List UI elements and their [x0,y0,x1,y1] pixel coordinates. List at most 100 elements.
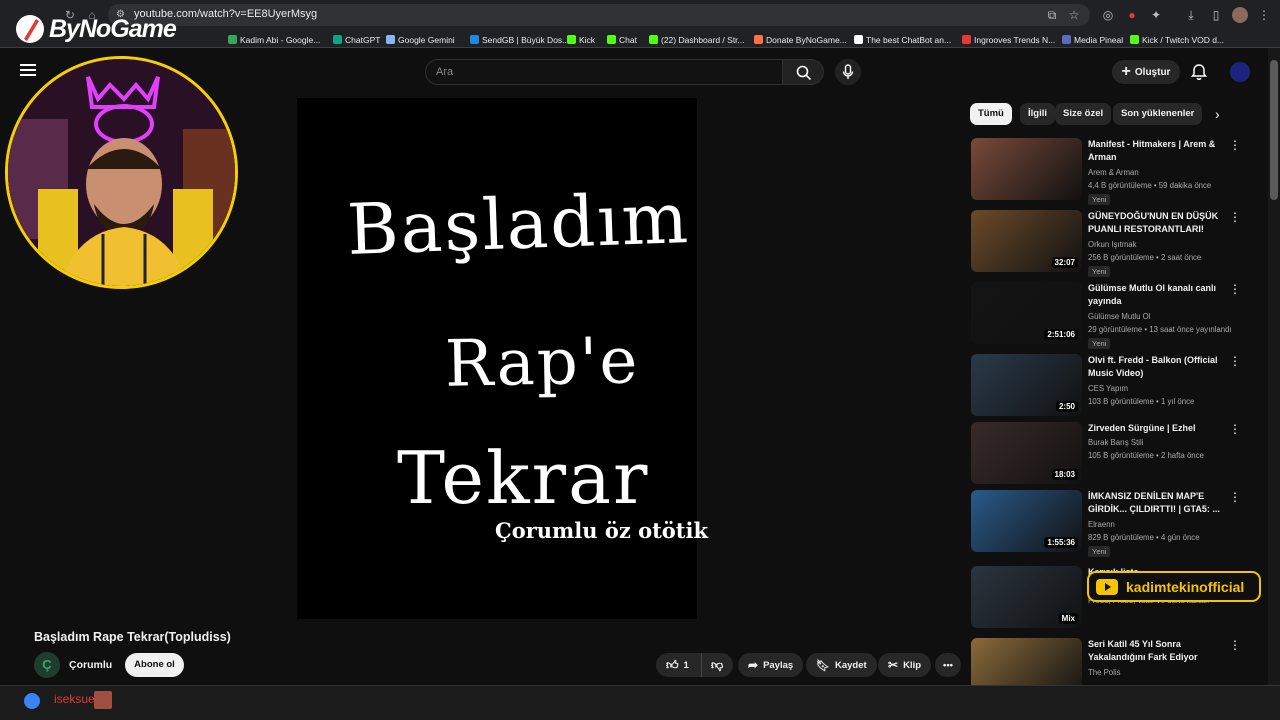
more-options-icon[interactable]: ⋮ [1229,211,1241,223]
more-options-icon[interactable]: ⋮ [1229,283,1241,295]
chip-filter[interactable]: Tümü [970,103,1012,125]
create-button[interactable]: + Oluştur [1112,60,1180,84]
bookmark-label: (22) Dashboard / Str... [661,34,745,45]
more-options-icon[interactable]: ⋮ [1229,639,1241,651]
bookmark-label: Google Gemini [398,34,455,45]
page-scrollbar[interactable] [1268,48,1280,685]
profile-avatar[interactable] [1232,7,1248,23]
recommendation-channel[interactable]: CES Yapım [1088,384,1128,393]
create-label: Oluştur [1134,66,1171,78]
bookmark-item[interactable]: Donate ByNoGame... [754,33,847,46]
chip-filter[interactable]: Son yüklenenler [1113,103,1203,125]
channel-name[interactable]: Çorumlu [69,659,112,671]
menu-dots-icon[interactable]: ⋮ [1256,7,1272,23]
install-app-icon[interactable]: ⧉ [1044,7,1060,23]
bookmark-star-icon[interactable]: ☆ [1066,7,1082,23]
bookmark-item[interactable]: (22) Dashboard / Str... [649,33,745,46]
address-bar[interactable]: ⚙ youtube.com/watch?v=EE8UyerMsyg ⧉ ☆ [108,4,1090,26]
video-thumbnail[interactable]: 32:07 [971,210,1082,272]
chip-filter[interactable]: İlgili [1020,103,1055,125]
bookmark-item[interactable]: Ingrooves Trends N... [962,33,1055,46]
channel-overlay-badge: kadimtekinofficial [1087,571,1261,602]
subscribe-button[interactable]: Abone ol [125,653,184,677]
scrollbar-thumb[interactable] [1270,60,1278,200]
video-thumbnail[interactable]: 1:55:36 [971,490,1082,552]
bookmark-label: ChatGPT [345,34,381,45]
account-avatar[interactable] [1230,62,1250,82]
recommendation-title[interactable]: Manifest - Hitmakers | Arem & Arman [1088,138,1228,164]
notifications-bell-icon[interactable] [1190,63,1208,81]
recommendation-channel[interactable]: Arem & Arman [1088,168,1139,177]
frame-text-line-3: Tekrar [397,436,650,520]
bookmark-item[interactable]: Kick / Twitch VOD d... [1130,33,1224,46]
like-button[interactable]: 👍︎ 1 [656,653,701,677]
voice-search-button[interactable] [835,59,861,85]
frame-text-line-1: Başladım [345,177,692,271]
share-button[interactable]: ➦ Paylaş [738,653,804,677]
sidepanel-icon[interactable]: ▯ [1208,7,1224,23]
recommendation-title[interactable]: Zirveden Sürgüne | Ezhel [1088,422,1228,435]
thumbs-down-icon: 👎︎ [711,657,724,672]
video-thumbnail[interactable]: 2:51:06 [971,282,1082,344]
search-icon [796,65,812,81]
bookmark-item[interactable]: The best ChatBot an... [854,33,951,46]
more-options-icon[interactable]: ⋮ [1229,139,1241,151]
recommendation-title[interactable]: Gülümse Mutlu Ol kanalı canlı yayında [1088,282,1228,308]
recommendation-item[interactable]: 1:55:36 İMKANSIZ DENİLEN MAP'E GİRDİK... … [971,490,1261,557]
recommendation-channel[interactable]: Burak Barış Stili [1088,438,1143,447]
recommendation-meta: 256 B görüntüleme • 2 saat önce [1088,253,1202,262]
recommendation-item[interactable]: 18:03 Zirveden Sürgüne | Ezhel Burak Barış… [971,422,1261,486]
recommendation-channel[interactable]: Orkun Işıtmak [1088,240,1137,249]
recommendation-title[interactable]: GÜNEYDOĞU'NUN EN DÜŞÜK PUANLI RESTORANTL… [1088,210,1228,236]
search-button[interactable] [782,59,824,85]
scissors-icon: ✂ [888,658,899,672]
search-input[interactable] [426,60,766,84]
hamburger-menu-icon[interactable] [20,64,36,76]
bynogame-logo: ByNoGame [14,12,177,46]
bookmark-item[interactable]: Kick [567,33,595,46]
bookmark-item[interactable]: SendGB | Büyük Dos... [470,33,569,46]
bookmarks-bar: Kadim Abi - Google... ChatGPT Google Gemin… [0,30,1280,48]
bookmark-item[interactable]: Media Pineal [1062,33,1123,46]
video-thumbnail[interactable]: Mix [971,566,1082,628]
recommendation-channel[interactable]: Elraenn [1088,520,1115,529]
video-thumbnail[interactable]: 2:50 [971,354,1082,416]
recommendation-meta: 4,4 B görüntüleme • 59 dakika önce [1088,181,1212,190]
bookmark-favicon-icon [1062,35,1071,44]
recommendation-title[interactable]: Seri Katil 45 Yıl Sonra Yakalandığını Fa… [1088,638,1228,664]
adblock-icon[interactable]: ● [1124,7,1140,23]
dislike-button[interactable]: 👎︎ [701,653,733,677]
more-options-icon[interactable]: ⋮ [1229,491,1241,503]
bookmark-label: Media Pineal [1074,34,1124,45]
recommendation-channel[interactable]: Gülümse Mutlu Ol [1088,312,1150,321]
bookmark-favicon-icon [607,35,616,44]
bookmark-item[interactable]: Google Gemini [386,33,455,46]
clip-button[interactable]: ✂ Klip [878,653,932,677]
more-actions-button[interactable]: ••• [935,653,961,677]
extensions-puzzle-icon[interactable]: ✦ [1148,7,1164,23]
video-thumbnail[interactable]: 18:03 [971,422,1082,484]
save-label: Kaydet [834,659,867,671]
recommendation-item[interactable]: 32:07 GÜNEYDOĞU'NUN EN DÜŞÜK PUANLI RESTO… [971,210,1261,277]
chips-next-arrow-icon[interactable]: › [1215,106,1220,122]
extension-icon[interactable]: ◎ [1100,7,1116,23]
more-options-icon[interactable]: ⋮ [1229,355,1241,367]
recommendation-item[interactable]: 2:51:06 Gülümse Mutlu Ol kanalı canlı yay… [971,282,1261,349]
recommendation-item[interactable]: 2:50 Olvi ft. Fredd - Balkon (Official Mu… [971,354,1261,418]
video-player[interactable]: Başladım Rap'e Tekrar Çorumlu öz otötik [297,98,708,619]
chip-filter[interactable]: Size özel [1055,103,1112,125]
video-thumbnail[interactable] [971,138,1082,200]
recommendation-title[interactable]: İMKANSIZ DENİLEN MAP'E GİRDİK... ÇILDIRT… [1088,490,1228,516]
channel-avatar[interactable]: Ç [34,652,60,678]
download-icon[interactable]: ⤓ [1183,7,1199,23]
save-button[interactable]: 🔖︎ Kaydet [806,653,877,677]
chat-emote [94,691,112,709]
recommendation-item[interactable]: Manifest - Hitmakers | Arem & Arman Arem … [971,138,1261,205]
browser-toolbar: ↻ ⌂ ⚙ youtube.com/watch?v=EE8UyerMsyg ⧉ … [0,0,1280,30]
recommendation-title[interactable]: Olvi ft. Fredd - Balkon (Official Music … [1088,354,1228,380]
bookmark-item[interactable]: ChatGPT [333,33,380,46]
recommendation-channel[interactable]: The Polis [1088,668,1121,677]
bookmark-item[interactable]: Kadim Abi - Google... [228,33,320,46]
more-options-icon[interactable]: ⋮ [1229,423,1241,435]
bookmark-item[interactable]: Chat [607,33,637,46]
